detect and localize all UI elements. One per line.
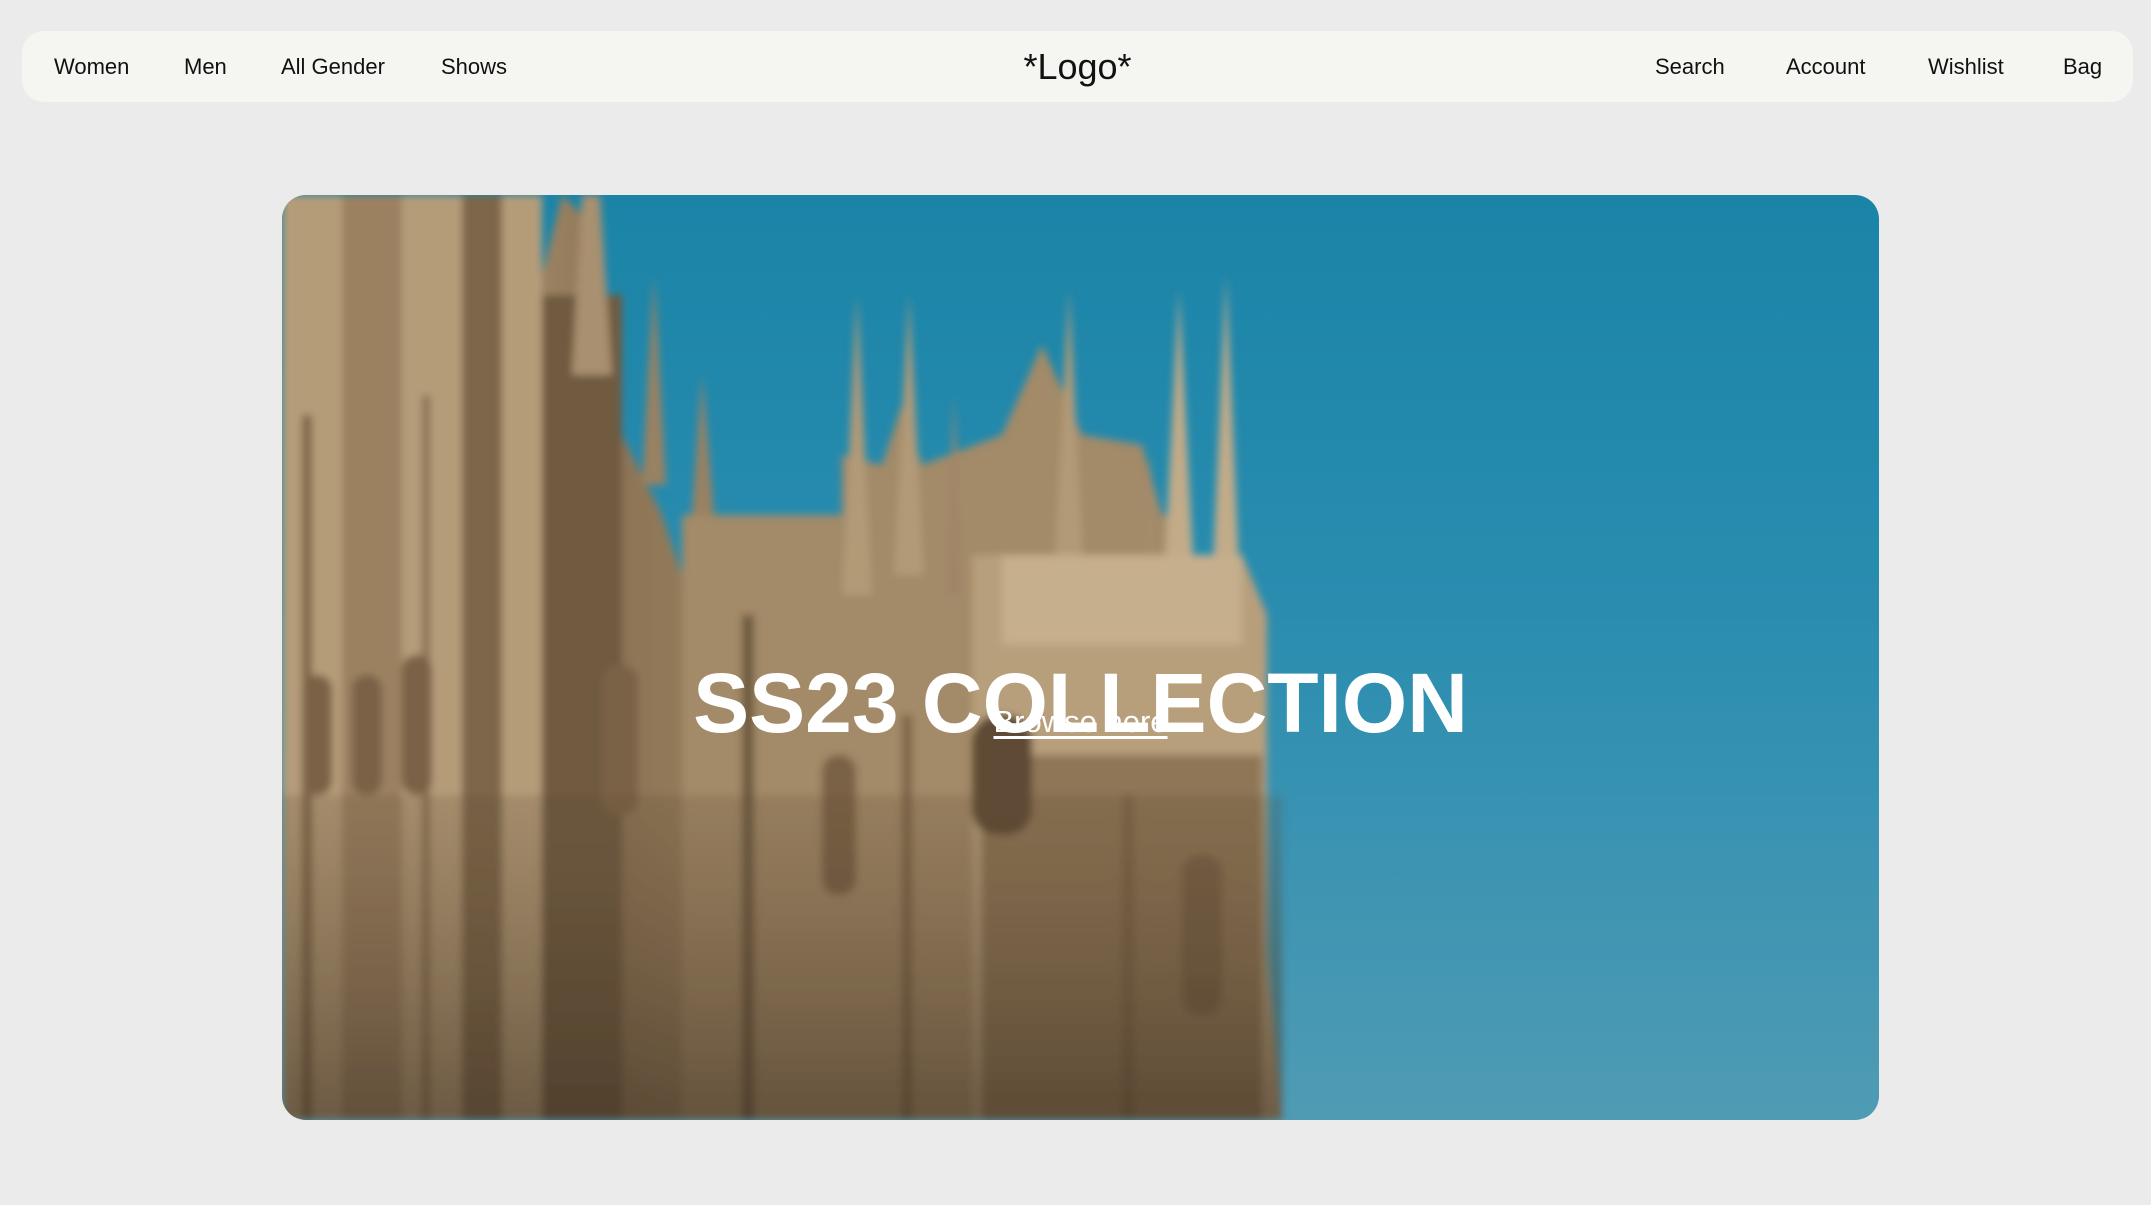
site-logo[interactable]: *Logo* [1023, 46, 1131, 87]
nav-link-men[interactable]: Men [184, 31, 227, 102]
nav-link-wishlist[interactable]: Wishlist [1928, 31, 2004, 102]
nav-link-shows[interactable]: Shows [441, 31, 507, 102]
nav-link-search[interactable]: Search [1655, 31, 1725, 102]
hero-banner: SS23 COLLECTION Browse here [282, 195, 1879, 1120]
top-navigation-bar: Women Men All Gender Shows *Logo* Search… [22, 31, 2133, 102]
nav-link-women[interactable]: Women [54, 31, 129, 102]
nav-link-all-gender[interactable]: All Gender [281, 31, 385, 102]
nav-link-bag[interactable]: Bag [2063, 31, 2102, 102]
hero-link-container: Browse here [282, 704, 1879, 739]
browse-here-link[interactable]: Browse here [993, 704, 1167, 739]
nav-link-account[interactable]: Account [1786, 31, 1866, 102]
